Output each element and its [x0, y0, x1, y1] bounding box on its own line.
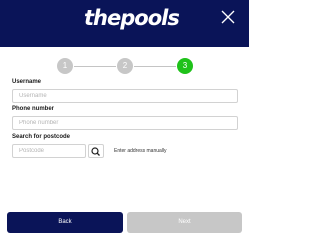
step-1: 1 [57, 58, 73, 74]
header-bar: thepools [0, 0, 249, 47]
next-button[interactable]: Next [127, 212, 242, 233]
step-3: 3 [177, 58, 193, 74]
step-2: 2 [117, 58, 133, 74]
username-label: Username [12, 79, 42, 85]
phone-field[interactable] [12, 116, 238, 130]
back-button[interactable]: Back [7, 212, 123, 233]
search-icon [91, 147, 100, 156]
postcode-label: Search for postcode [12, 134, 71, 140]
postcode-field[interactable] [12, 144, 86, 158]
enter-address-manually-link[interactable]: Enter address manually [114, 148, 167, 154]
logo: thepools [84, 6, 180, 30]
phone-label: Phone number [12, 106, 55, 112]
step-connector [74, 66, 116, 67]
postcode-search-button[interactable] [88, 144, 104, 158]
step-indicator: 1 2 3 [57, 58, 193, 74]
username-field[interactable] [12, 89, 238, 103]
step-connector [134, 66, 176, 67]
close-icon[interactable] [221, 10, 235, 24]
